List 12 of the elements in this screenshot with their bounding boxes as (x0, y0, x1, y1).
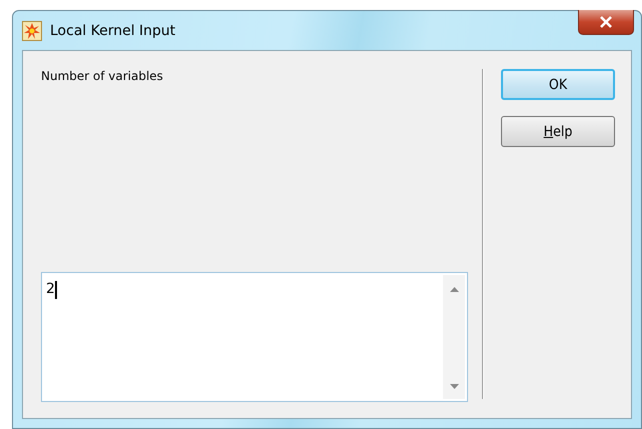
field-value: 2 (46, 281, 55, 297)
dialog-button[interactable]: Help (501, 116, 615, 147)
window-title: Local Kernel Input (50, 22, 176, 38)
starburst-icon (22, 20, 42, 40)
close-icon (599, 16, 613, 28)
dialog-button[interactable]: OK (501, 69, 615, 100)
input-field[interactable]: 2 (41, 272, 468, 402)
close-button[interactable] (578, 10, 634, 35)
scroll-up-icon (450, 287, 458, 292)
scroll-down-icon (450, 384, 458, 389)
scrollbar[interactable] (443, 275, 465, 399)
prompt-label: Number of variables (41, 69, 164, 83)
